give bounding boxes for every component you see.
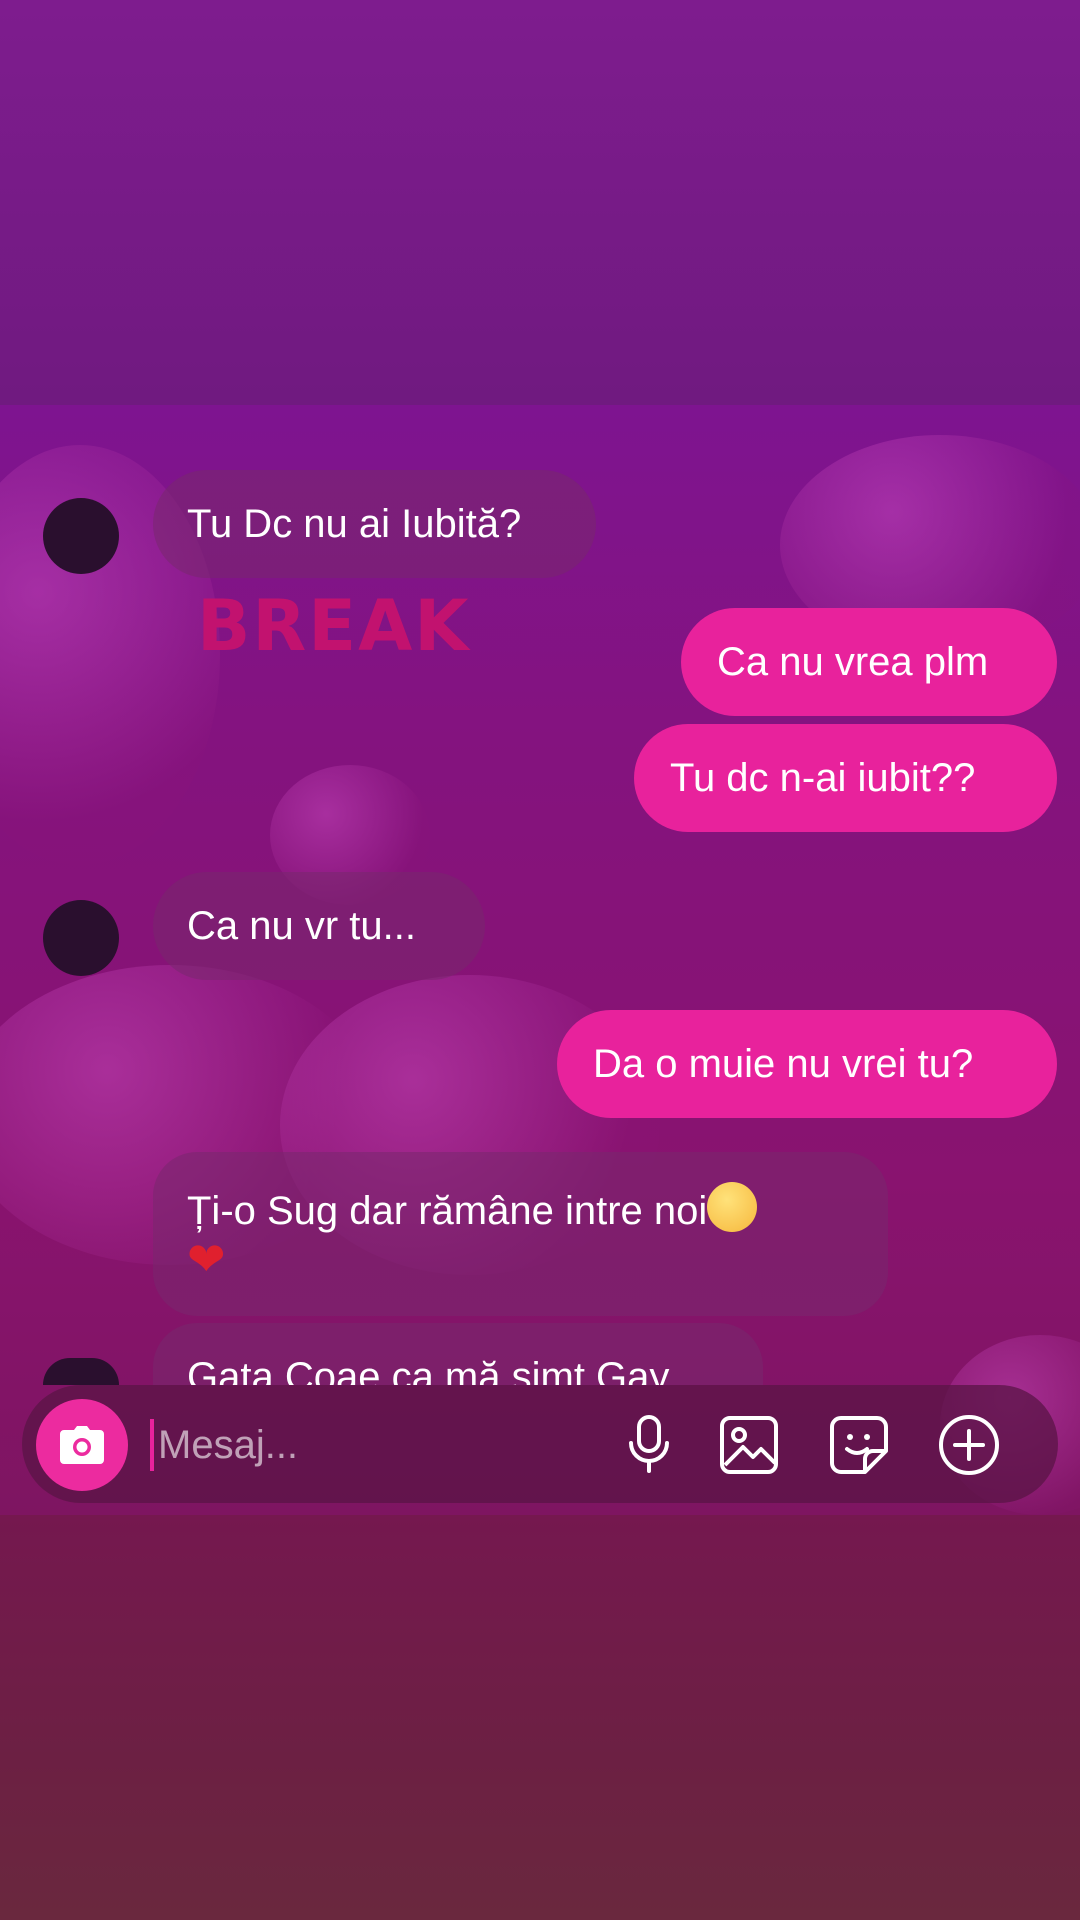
- message-text: Ți-o Sug dar rămâne intre noi: [187, 1189, 708, 1233]
- break-overlay-text: BREAK: [197, 585, 471, 667]
- text-cursor: [150, 1419, 154, 1471]
- message-incoming[interactable]: Ți-o Sug dar rămâne intre noi ❤: [153, 1152, 888, 1316]
- sticker-button[interactable]: [827, 1413, 891, 1477]
- pleading-face-icon: [707, 1182, 758, 1232]
- bottom-background: [0, 1515, 1080, 1920]
- avatar[interactable]: [43, 1358, 119, 1385]
- message-incoming[interactable]: Tu Dc nu ai Iubită?: [153, 470, 596, 578]
- gallery-icon: [720, 1416, 778, 1474]
- message-text: Tu Dc nu ai Iubită?: [187, 502, 522, 546]
- message-incoming[interactable]: Ca nu vr tu...: [153, 872, 485, 980]
- message-text: Tu dc n-ai iubit??: [670, 756, 976, 800]
- avatar[interactable]: [43, 900, 119, 976]
- message-composer: [22, 1385, 1058, 1503]
- avatar[interactable]: [43, 498, 119, 574]
- red-heart-icon: ❤: [187, 1233, 226, 1285]
- message-text: Da o muie nu vrei tu?: [593, 1042, 974, 1086]
- message-text: Ca nu vr tu...: [187, 904, 416, 948]
- message-text: Ca nu vrea plm: [717, 640, 989, 684]
- microphone-icon: [629, 1415, 669, 1473]
- message-outgoing[interactable]: Da o muie nu vrei tu?: [557, 1010, 1057, 1118]
- header-background: [0, 0, 1080, 405]
- plus-icon: [939, 1415, 999, 1475]
- gallery-button[interactable]: [717, 1413, 781, 1477]
- message-outgoing[interactable]: Tu dc n-ai iubit??: [634, 724, 1057, 832]
- message-outgoing[interactable]: Ca nu vrea plm: [681, 608, 1057, 716]
- camera-icon: [60, 1426, 104, 1464]
- sticker-icon: [830, 1416, 888, 1474]
- microphone-button[interactable]: [617, 1413, 681, 1477]
- message-text: Gata Coae ca mă simt Gay: [187, 1355, 670, 1385]
- plus-button[interactable]: [937, 1413, 1001, 1477]
- camera-button[interactable]: [36, 1399, 128, 1491]
- message-incoming[interactable]: Gata Coae ca mă simt Gay: [153, 1323, 763, 1385]
- message-input[interactable]: [156, 1413, 580, 1477]
